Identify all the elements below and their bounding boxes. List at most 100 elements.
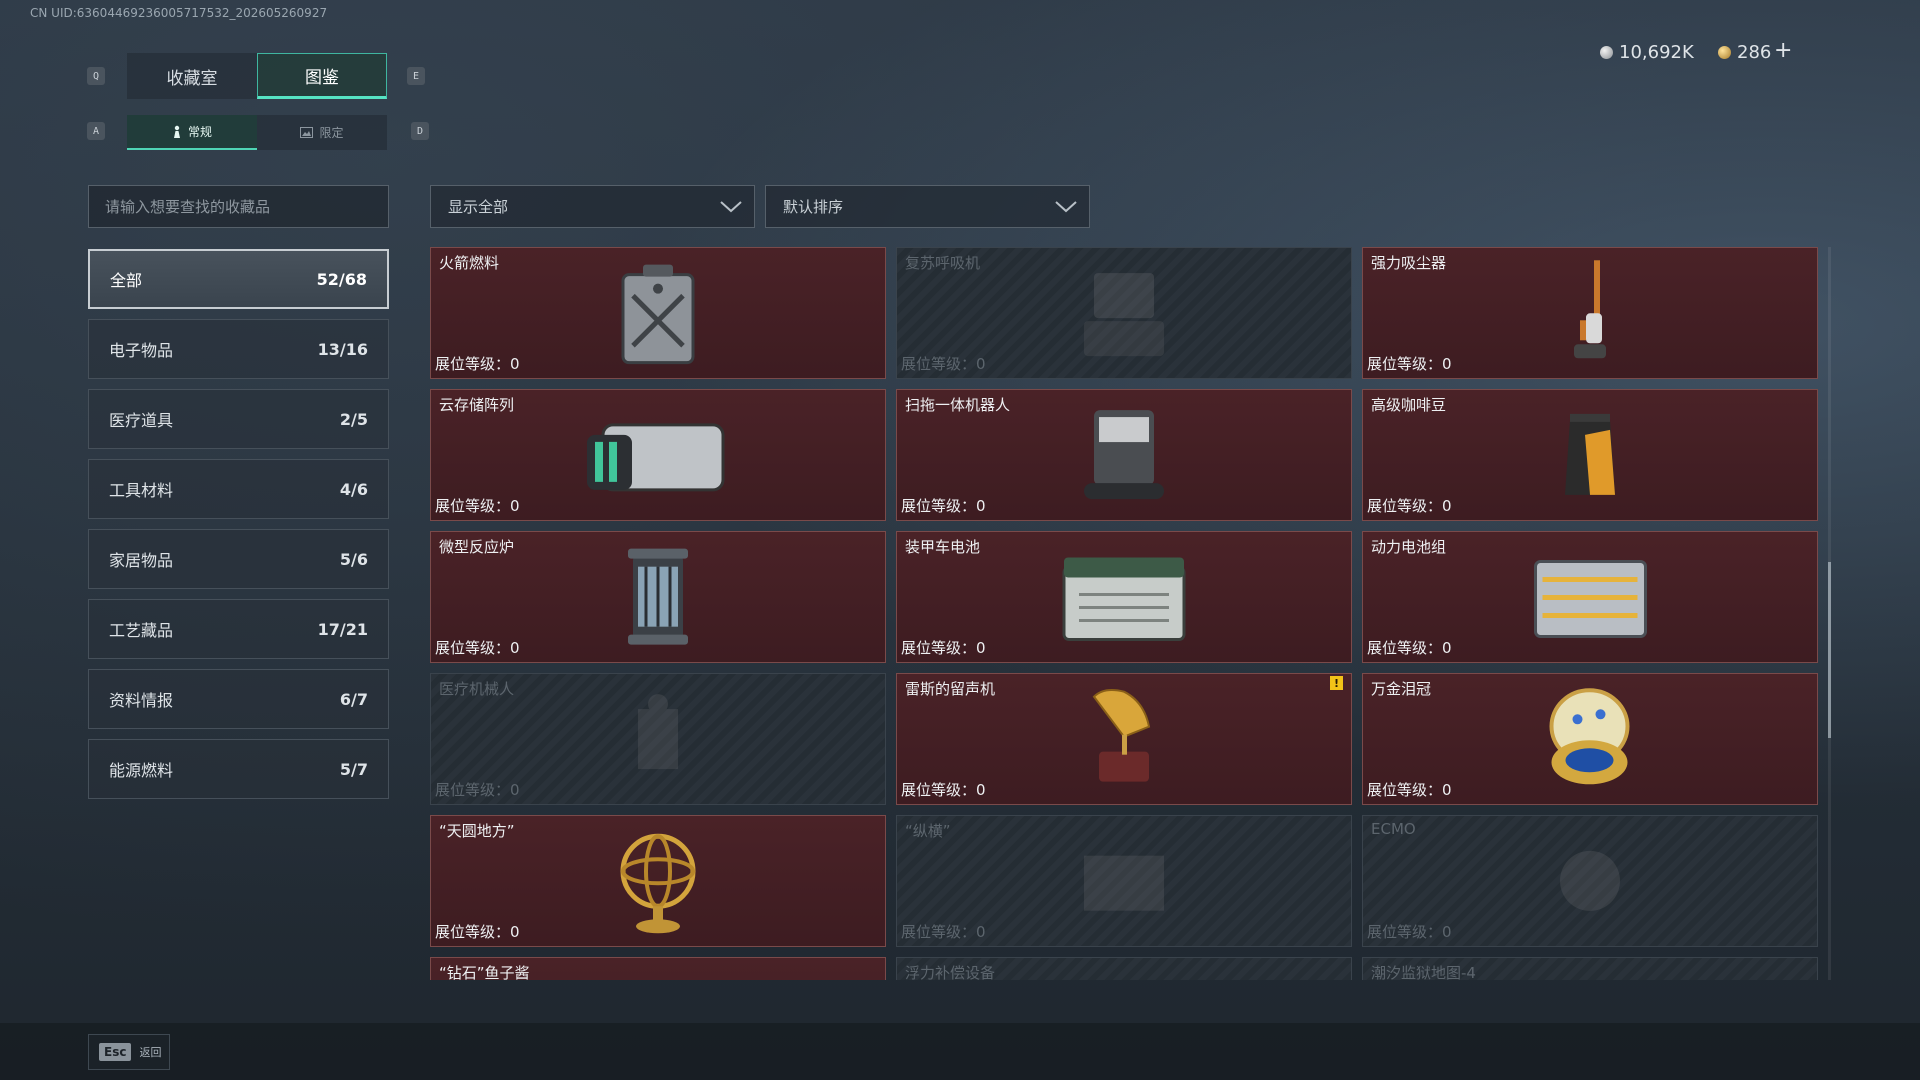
footer-bar [0,1023,1920,1080]
item-name: 火箭燃料 [439,254,500,272]
tab-collection-room[interactable]: 收藏室 [127,53,257,99]
category-medical[interactable]: 医疗道具 2/5 [88,389,389,449]
item-card[interactable]: “钻石”鱼子酱 [430,957,886,980]
category-energy[interactable]: 能源燃料 5/7 [88,739,389,799]
category-count: 5/6 [339,549,368,569]
item-name: 云存储阵列 [439,396,515,414]
tab-codex[interactable]: 图鉴 [257,53,387,99]
category-count: 5/7 [339,759,368,779]
item-card[interactable]: 火箭燃料展位等级：0 [430,247,886,379]
item-level: 展位等级：0 [435,923,520,941]
gold-amount: 286 [1737,42,1772,63]
item-card[interactable]: 装甲车电池展位等级：0 [896,531,1352,663]
add-currency-button[interactable]: + [1774,38,1792,63]
category-tools[interactable]: 工具材料 4/6 [88,459,389,519]
gold-currency: 286 [1718,42,1771,63]
item-card[interactable]: 浮力补偿设备 [896,957,1352,980]
item-card[interactable]: “纵横” 展位等级：0 [896,815,1352,947]
category-count: 52/68 [316,269,367,289]
subtab-regular[interactable]: 常规 [127,115,257,150]
item-name: 复苏呼吸机 [905,254,981,272]
new-badge-icon: ! [1330,676,1343,690]
item-name: “纵横” [905,822,951,840]
category-label: 工具材料 [109,481,174,500]
item-card[interactable]: 雷斯的留声机 展位等级：0! [896,673,1352,805]
item-level: 展位等级：0 [901,497,986,515]
ecmo-icon [1540,836,1640,930]
item-level: 展位等级：0 [901,639,986,657]
coffee-bag-icon [1560,410,1620,504]
search-input[interactable] [89,186,388,227]
item-level: 展位等级：0 [1367,497,1452,515]
search-box [88,185,389,228]
item-level: 展位等级：0 [901,923,986,941]
item-card[interactable]: 微型反应炉展位等级：0 [430,531,886,663]
picture-icon [300,127,314,138]
chessboard-icon [1074,841,1174,925]
sort-dropdown-value: 默认排序 [783,198,844,216]
item-name: 潮汐监狱地图-4 [1371,964,1476,980]
item-name: 装甲车电池 [905,538,981,556]
item-card[interactable]: ECMO 展位等级：0 [1362,815,1818,947]
category-label: 资料情报 [109,691,174,710]
item-level: 展位等级：0 [435,639,520,657]
item-level: 展位等级：0 [1367,923,1452,941]
item-card[interactable]: 扫拖一体机器人展位等级：0 [896,389,1352,521]
filter-dropdown[interactable]: 显示全部 [430,185,755,228]
reactor-icon [618,545,698,654]
item-card[interactable]: 潮汐监狱地图-4 [1362,957,1818,980]
category-count: 2/5 [339,409,368,429]
filter-dropdown-value: 显示全部 [448,198,509,216]
category-electronics[interactable]: 电子物品 13/16 [88,319,389,379]
category-household[interactable]: 家居物品 5/6 [88,529,389,589]
category-count: 4/6 [339,479,368,499]
gold-coin-icon [1718,46,1731,59]
item-name: “天圆地方” [439,822,515,840]
item-name: 浮力补偿设备 [905,964,996,980]
item-name: 万金泪冠 [1371,680,1432,698]
item-card[interactable]: 高级咖啡豆 展位等级：0 [1362,389,1818,521]
gramophone-icon [1084,687,1164,796]
key-hint-e: E [407,67,425,85]
item-level: 展位等级：0 [435,781,520,799]
item-name: 雷斯的留声机 [905,680,996,698]
item-card[interactable]: “天圆地方” 展位等级：0 [430,815,886,947]
item-level: 展位等级：0 [1367,781,1452,799]
item-level: 展位等级：0 [1367,639,1452,657]
item-name: 扫拖一体机器人 [905,396,1011,414]
key-hint-d: D [411,122,429,140]
category-intel[interactable]: 资料情报 6/7 [88,669,389,729]
item-grid: 火箭燃料 展位等级：0 复苏呼吸机 展位等级：0 强力吸尘器 展位等级：0 云存储阵列 展位等… [430,247,1818,980]
category-crafts[interactable]: 工艺藏品 17/21 [88,599,389,659]
item-card[interactable]: 云存储阵列展位等级：0 [430,389,886,521]
category-all[interactable]: 全部 52/68 [88,249,389,309]
item-card[interactable]: 复苏呼吸机展位等级：0 [896,247,1352,379]
item-level: 展位等级：0 [901,355,986,373]
sort-dropdown[interactable]: 默认排序 [765,185,1090,228]
scrollbar-thumb[interactable] [1828,562,1831,738]
item-card[interactable]: 万金泪冠展位等级：0 [1362,673,1818,805]
item-card[interactable]: 强力吸尘器 展位等级：0 [1362,247,1818,379]
back-label: 返回 [139,1046,162,1059]
subtab-limited[interactable]: 限定 [257,115,387,150]
category-label: 医疗道具 [109,411,174,430]
vacuum-icon [1560,258,1620,372]
category-label: 家居物品 [109,551,174,570]
category-label: 全部 [110,271,143,290]
category-count: 13/16 [317,339,368,359]
item-name: ECMO [1371,820,1416,838]
item-level: 展位等级：0 [435,355,520,373]
key-hint-a: A [87,122,105,140]
category-count: 6/7 [339,689,368,709]
item-level: 展位等级：0 [435,497,520,515]
item-name: 微型反应炉 [439,538,515,556]
item-card[interactable]: 医疗机械人 展位等级：0 [430,673,886,805]
category-label: 电子物品 [109,341,174,360]
chevron-down-icon [1055,200,1077,212]
item-card[interactable]: 动力电池组 展位等级：0 [1362,531,1818,663]
back-button[interactable]: Esc 返回 [88,1034,170,1070]
mop-robot-icon [1079,405,1169,509]
battery-icon [1054,549,1194,648]
key-hint-q: Q [87,67,105,85]
item-level: 展位等级：0 [1367,355,1452,373]
